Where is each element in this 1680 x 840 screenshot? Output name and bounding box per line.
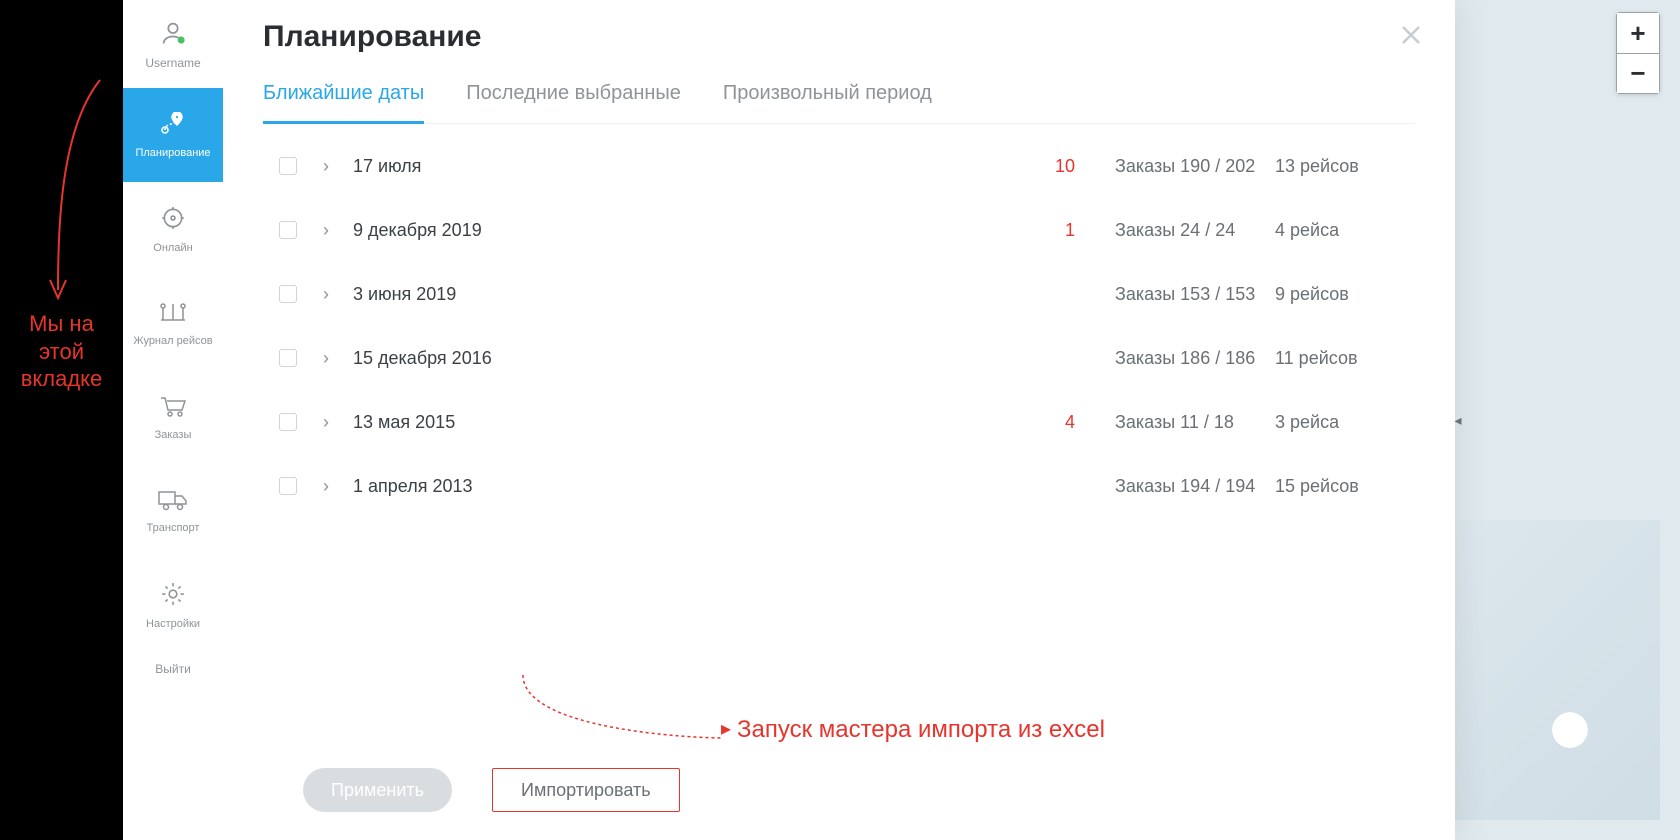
chevron-right-icon[interactable]: › bbox=[315, 348, 337, 369]
row-checkbox[interactable] bbox=[279, 413, 297, 431]
row-trips: 13 рейсов bbox=[1275, 156, 1415, 177]
date-row: › 1 апреля 2013 Заказы 194 / 194 15 рейс… bbox=[263, 454, 1415, 518]
sidebar-item-settings[interactable]: Настройки bbox=[123, 558, 223, 652]
row-orders: Заказы 186 / 186 bbox=[1075, 348, 1275, 369]
zoom-in-button[interactable]: + bbox=[1617, 13, 1659, 53]
close-icon bbox=[1399, 22, 1423, 54]
chevron-right-icon[interactable]: › bbox=[315, 284, 337, 305]
chevron-right-icon[interactable]: › bbox=[315, 220, 337, 241]
sidebar-item-label: Журнал рейсов bbox=[133, 335, 212, 347]
modal-tabs: Ближайшие даты Последние выбранные Произ… bbox=[263, 82, 1415, 124]
row-date: 3 июня 2019 bbox=[353, 284, 1015, 305]
annotation-left-text: Мы на этой вкладке bbox=[0, 310, 123, 393]
sidebar-item-label: Онлайн bbox=[153, 242, 192, 254]
sidebar-item-journal[interactable]: Журнал рейсов bbox=[123, 276, 223, 370]
row-checkbox[interactable] bbox=[279, 221, 297, 239]
modal-actions: Применить Импортировать bbox=[263, 740, 1415, 840]
user-block[interactable]: Username bbox=[123, 0, 223, 88]
zoom-out-button[interactable]: − bbox=[1617, 53, 1659, 93]
row-date: 15 декабря 2016 bbox=[353, 348, 1015, 369]
chevron-right-icon[interactable]: › bbox=[315, 412, 337, 433]
row-trips: 9 рейсов bbox=[1275, 284, 1415, 305]
map-zoom-control: + − bbox=[1616, 12, 1660, 94]
gear-icon bbox=[160, 581, 186, 612]
row-date: 17 июля bbox=[353, 156, 1015, 177]
date-rows: › 17 июля 10 Заказы 190 / 202 13 рейсов … bbox=[263, 134, 1415, 518]
row-warning-count: 1 bbox=[1015, 220, 1075, 241]
sidebar-item-label: Настройки bbox=[146, 618, 200, 630]
sidebar-item-label: Транспорт bbox=[147, 522, 200, 534]
cart-icon bbox=[159, 394, 187, 423]
date-row: › 3 июня 2019 Заказы 153 / 153 9 рейсов bbox=[263, 262, 1415, 326]
row-checkbox[interactable] bbox=[279, 285, 297, 303]
row-checkbox[interactable] bbox=[279, 349, 297, 367]
planning-modal: Планирование Ближайшие даты Последние вы… bbox=[223, 0, 1455, 840]
journal-icon bbox=[159, 300, 187, 329]
annotation-left-strip: Мы на этой вкладке bbox=[0, 0, 123, 840]
tab-nearest-dates[interactable]: Ближайшие даты bbox=[263, 82, 424, 124]
target-icon bbox=[160, 205, 186, 236]
row-date: 9 декабря 2019 bbox=[353, 220, 1015, 241]
sidebar-item-orders[interactable]: Заказы bbox=[123, 370, 223, 464]
user-icon bbox=[159, 19, 187, 52]
sidebar-item-online[interactable]: Онлайн bbox=[123, 182, 223, 276]
date-row: › 9 декабря 2019 1 Заказы 24 / 24 4 рейс… bbox=[263, 198, 1415, 262]
row-date: 13 мая 2015 bbox=[353, 412, 1015, 433]
row-trips: 3 рейса bbox=[1275, 412, 1415, 433]
row-orders: Заказы 190 / 202 bbox=[1075, 156, 1275, 177]
tab-custom-period[interactable]: Произвольный период bbox=[723, 82, 932, 124]
close-button[interactable] bbox=[1391, 18, 1431, 58]
sidebar-logout[interactable]: Выйти bbox=[155, 662, 191, 676]
main-area: Планирование Ближайшие даты Последние вы… bbox=[223, 0, 1680, 840]
route-pin-icon bbox=[159, 112, 187, 141]
modal-title: Планирование bbox=[263, 20, 1415, 54]
date-row: › 17 июля 10 Заказы 190 / 202 13 рейсов bbox=[263, 134, 1415, 198]
sidebar-item-label: Планирование bbox=[135, 147, 210, 159]
sidebar: Username Планирование Онлайн bbox=[123, 0, 223, 840]
row-trips: 15 рейсов bbox=[1275, 476, 1415, 497]
row-orders: Заказы 11 / 18 bbox=[1075, 412, 1275, 433]
row-orders: Заказы 24 / 24 bbox=[1075, 220, 1275, 241]
annotation-arrow-icon bbox=[40, 70, 110, 310]
row-checkbox[interactable] bbox=[279, 477, 297, 495]
date-row: › 15 декабря 2016 Заказы 186 / 186 11 ре… bbox=[263, 326, 1415, 390]
row-trips: 11 рейсов bbox=[1275, 348, 1415, 369]
row-checkbox[interactable] bbox=[279, 157, 297, 175]
truck-icon bbox=[158, 489, 188, 516]
chevron-right-icon[interactable]: › bbox=[315, 156, 337, 177]
apply-button[interactable]: Применить bbox=[303, 768, 452, 812]
sidebar-item-label: Заказы bbox=[155, 429, 192, 441]
user-name: Username bbox=[145, 56, 200, 70]
row-orders: Заказы 194 / 194 bbox=[1075, 476, 1275, 497]
sidebar-item-planning[interactable]: Планирование bbox=[123, 88, 223, 182]
chevron-right-icon[interactable]: › bbox=[315, 476, 337, 497]
sidebar-item-transport[interactable]: Транспорт bbox=[123, 464, 223, 558]
row-date: 1 апреля 2013 bbox=[353, 476, 1015, 497]
row-trips: 4 рейса bbox=[1275, 220, 1415, 241]
panel-collapse-handle[interactable]: ◂ bbox=[1454, 385, 1462, 455]
date-row: › 13 мая 2015 4 Заказы 11 / 18 3 рейса bbox=[263, 390, 1415, 454]
row-orders: Заказы 153 / 153 bbox=[1075, 284, 1275, 305]
row-warning-count: 10 bbox=[1015, 156, 1075, 177]
row-warning-count: 4 bbox=[1015, 412, 1075, 433]
tab-last-selected[interactable]: Последние выбранные bbox=[466, 82, 681, 124]
import-button[interactable]: Импортировать bbox=[492, 768, 680, 812]
